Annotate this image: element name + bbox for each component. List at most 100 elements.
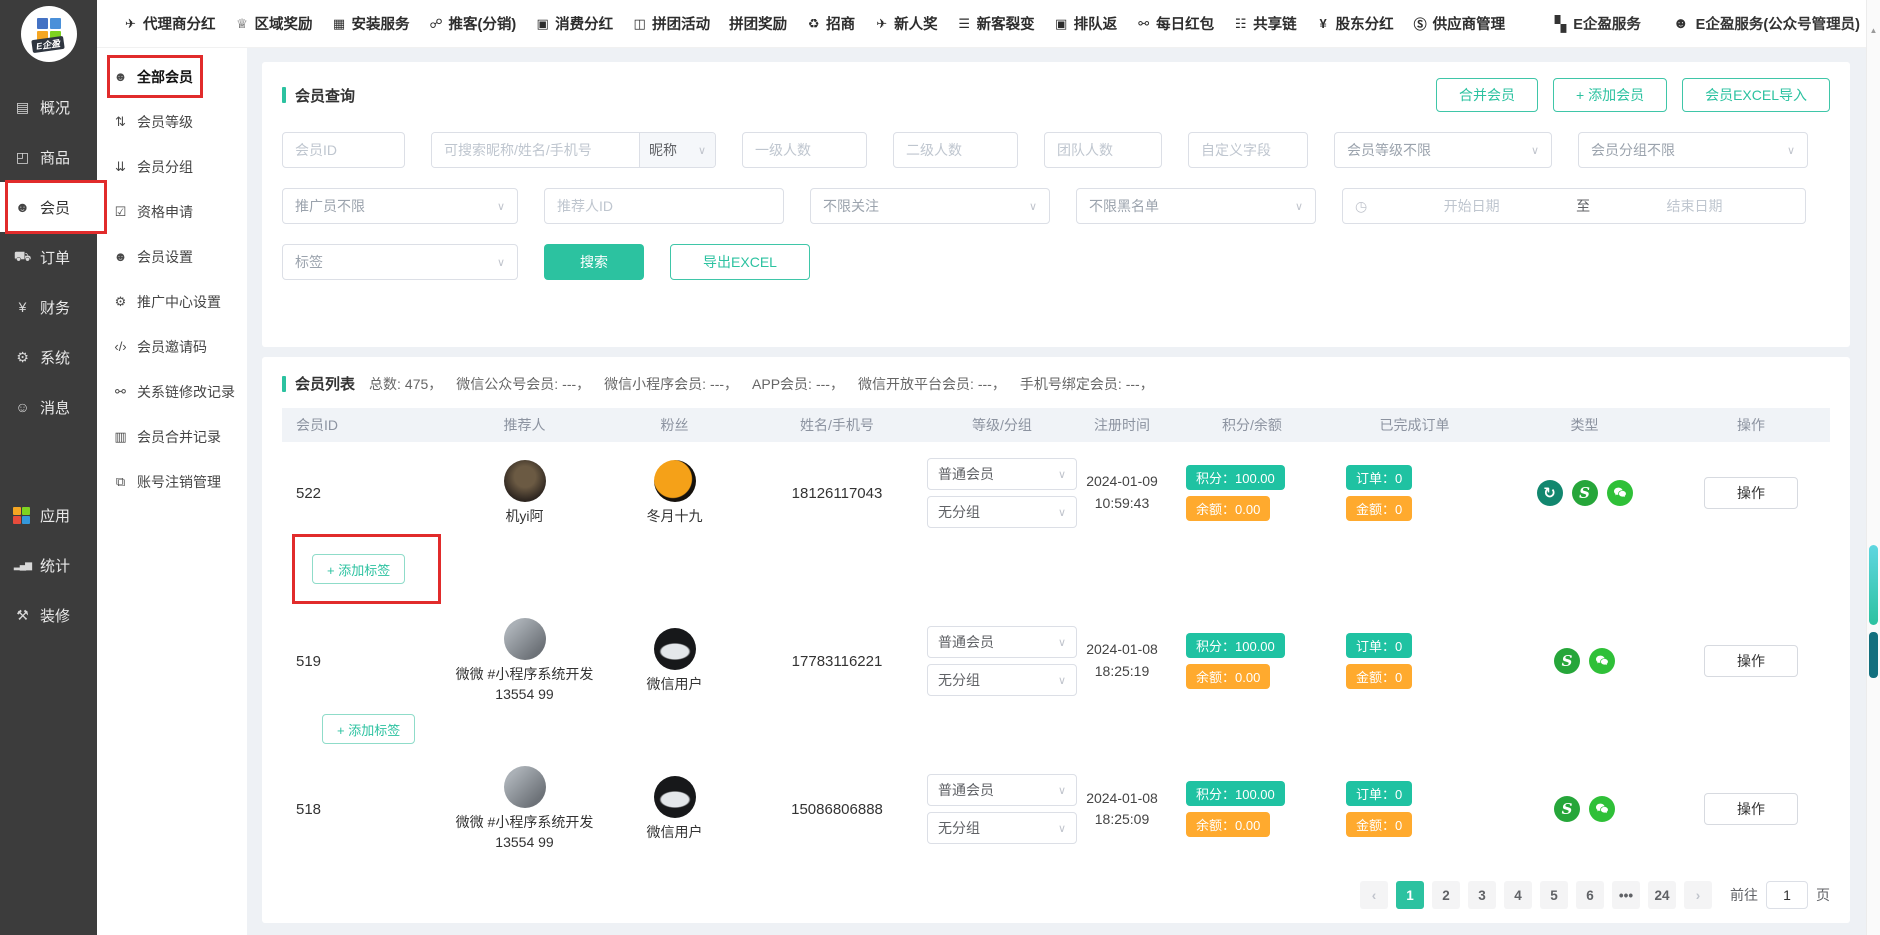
nav-groupbuy-activity[interactable]: ◫ 拼团活动 — [632, 13, 710, 34]
promoter-select[interactable]: 推广员不限 ∨ — [282, 188, 518, 224]
page-button-6[interactable]: 6 — [1576, 881, 1604, 909]
member-level-select[interactable]: 会员等级不限 ∨ — [1334, 132, 1552, 168]
scrollbar-thumb[interactable] — [1869, 545, 1878, 625]
submenu-member-level[interactable]: ⇅ 会员等级 — [97, 99, 247, 144]
member-excel-import-button[interactable]: 会员EXCEL导入 — [1682, 78, 1830, 112]
sidebar-item-goods[interactable]: ◰ 商品 — [0, 132, 97, 182]
points-balance-cell: 积分：100.00 余额：0.00 — [1172, 633, 1332, 689]
level-select[interactable]: 普通会员 ∨ — [927, 774, 1077, 806]
scrollbar-track[interactable]: ▲ — [1866, 0, 1880, 935]
page-ellipsis[interactable]: ••• — [1612, 881, 1640, 909]
sidebar-item-apps[interactable]: 应用 — [0, 490, 97, 540]
team-count-input[interactable] — [1044, 132, 1162, 168]
sidebar-item-decorate[interactable]: ⚒ 装修 — [0, 590, 97, 640]
page-button-4[interactable]: 4 — [1504, 881, 1532, 909]
nav-share-chain[interactable]: ☷ 共享链 — [1233, 13, 1297, 34]
member-phone: 15086806888 — [742, 801, 932, 818]
row-action-button[interactable]: 操作 — [1704, 645, 1798, 677]
row-action-button[interactable]: 操作 — [1704, 793, 1798, 825]
end-date-placeholder: 结束日期 — [1596, 196, 1793, 216]
submenu-all-members[interactable]: ☻ 全部会员 — [97, 54, 247, 99]
page-button-2[interactable]: 2 — [1432, 881, 1460, 909]
nav-supplier-manage[interactable]: Ⓢ 供应商管理 — [1413, 13, 1506, 34]
level1-count-input[interactable] — [742, 132, 867, 168]
member-group-select[interactable]: 会员分组不限 ∨ — [1578, 132, 1808, 168]
level2-count-input[interactable] — [893, 132, 1018, 168]
add-member-button[interactable]: + 添加会员 — [1553, 78, 1667, 112]
page-button-3[interactable]: 3 — [1468, 881, 1496, 909]
page-button-24[interactable]: 24 — [1648, 881, 1676, 909]
sidebar-item-finance[interactable]: ¥ 财务 — [0, 282, 97, 332]
supplier-manage-icon: Ⓢ — [1413, 14, 1428, 33]
nav-shareholder-dividend[interactable]: ¥ 股东分红 — [1316, 13, 1394, 34]
sidebar-item-order[interactable]: ⛟ 订单 — [0, 232, 97, 282]
start-date-placeholder: 开始日期 — [1373, 196, 1570, 216]
blacklist-select[interactable]: 不限黑名单 ∨ — [1076, 188, 1316, 224]
nav-daily-redpacket[interactable]: ⚯ 每日红包 — [1136, 13, 1214, 34]
add-tag-button[interactable]: + 添加标签 — [312, 554, 405, 584]
sidebar-item-overview[interactable]: ▤ 概况 — [0, 82, 97, 132]
submenu-member-setting[interactable]: ☻ 会员设置 — [97, 234, 247, 279]
chevron-down-icon: ∨ — [1058, 822, 1066, 835]
add-tag-button[interactable]: + 添加标签 — [322, 714, 415, 744]
title-accent-bar — [282, 87, 286, 103]
merge-members-button[interactable]: 合并会员 — [1436, 78, 1538, 112]
pagination: ‹ 1 2 3 4 5 6 ••• 24 › 前往 页 — [1360, 881, 1830, 909]
keyword-input[interactable] — [432, 133, 639, 167]
nav-recruit[interactable]: ♻ 招商 — [806, 13, 855, 34]
nav-agent-dividend[interactable]: ✈ 代理商分红 — [123, 13, 216, 34]
scrollbar-up-arrow-icon[interactable]: ▲ — [1867, 26, 1880, 35]
next-page-button[interactable]: › — [1684, 881, 1712, 909]
nav-consume-dividend[interactable]: ▣ 消费分红 — [535, 13, 613, 34]
fan-avatar — [654, 460, 696, 502]
export-excel-button[interactable]: 导出EXCEL — [670, 244, 810, 280]
search-button[interactable]: 搜索 — [544, 244, 644, 280]
decorate-icon: ⚒ — [13, 607, 32, 624]
service-entry[interactable]: ▚ E企盈服务 — [1555, 13, 1641, 34]
sidebar-item-statistics[interactable]: ▂▄▆ 统计 — [0, 540, 97, 590]
prev-page-button[interactable]: ‹ — [1360, 881, 1388, 909]
group-select[interactable]: 无分组 ∨ — [927, 664, 1077, 696]
nav-groupbuy-reward[interactable]: 拼团奖励 — [729, 13, 787, 34]
level-select[interactable]: 普通会员 ∨ — [927, 458, 1077, 490]
page-button-5[interactable]: 5 — [1540, 881, 1568, 909]
nav-promoter[interactable]: ☍ 推客(分销) — [429, 13, 517, 34]
nav-install-service[interactable]: ▦ 安装服务 — [332, 13, 410, 34]
referrer-id-input[interactable] — [544, 188, 784, 224]
sidebar-item-message[interactable]: ☺ 消息 — [0, 382, 97, 432]
floating-widget[interactable] — [1869, 632, 1878, 678]
row-action-button[interactable]: 操作 — [1704, 477, 1798, 509]
group-select[interactable]: 无分组 ∨ — [927, 496, 1077, 528]
keyword-type-select[interactable]: 昵称 ∨ — [639, 133, 715, 167]
date-range-picker[interactable]: ◷ 开始日期 至 结束日期 — [1342, 188, 1806, 224]
nav-newcomer-award[interactable]: ✈ 新人奖 — [874, 13, 938, 34]
primary-sidebar: E企盈 ▤ 概况 ◰ 商品 ☻ 会员 ⛟ 订单 ¥ 财务 ⚙ 系统 ☺ 消 — [0, 0, 97, 935]
group-select[interactable]: 无分组 ∨ — [927, 812, 1077, 844]
nav-new-customer-fission[interactable]: ☰ 新客裂变 — [957, 13, 1035, 34]
fan-name: 微信用户 — [647, 823, 703, 843]
goto-page-input[interactable] — [1766, 881, 1808, 909]
sidebar-item-member[interactable]: ☻ 会员 — [0, 182, 97, 232]
submenu-qualification[interactable]: ☑ 资格申请 — [97, 189, 247, 234]
account-menu[interactable]: ☻ E企盈服务(公众号管理员) — [1673, 13, 1860, 34]
submenu-relation-chain[interactable]: ⚯ 关系链修改记录 — [97, 369, 247, 414]
groupbuy-activity-icon: ◫ — [632, 16, 647, 32]
tag-select[interactable]: 标签 ∨ — [282, 244, 518, 280]
nav-region-reward[interactable]: ♕ 区域奖励 — [235, 13, 313, 34]
follow-select[interactable]: 不限关注 ∨ — [810, 188, 1050, 224]
custom-field-input[interactable] — [1188, 132, 1308, 168]
sidebar-item-system[interactable]: ⚙ 系统 — [0, 332, 97, 382]
chevron-down-icon: ∨ — [698, 144, 706, 157]
region-reward-icon: ♕ — [235, 16, 250, 32]
submenu-account-cancel[interactable]: ⧉ 账号注销管理 — [97, 459, 247, 504]
submenu-member-group[interactable]: ⇊ 会员分组 — [97, 144, 247, 189]
page-button-1[interactable]: 1 — [1396, 881, 1424, 909]
open-platform-icon: ↻ — [1537, 480, 1563, 506]
nav-queue-return[interactable]: ▣ 排队返 — [1054, 13, 1118, 34]
submenu-promotion-center[interactable]: ⚙ 推广中心设置 — [97, 279, 247, 324]
submenu-merge-record[interactable]: ▥ 会员合并记录 — [97, 414, 247, 459]
member-id-input[interactable] — [282, 132, 405, 168]
level-select[interactable]: 普通会员 ∨ — [927, 626, 1077, 658]
submenu-invite-code[interactable]: ‹/› 会员邀请码 — [97, 324, 247, 369]
statistics-icon: ▂▄▆ — [13, 560, 32, 571]
